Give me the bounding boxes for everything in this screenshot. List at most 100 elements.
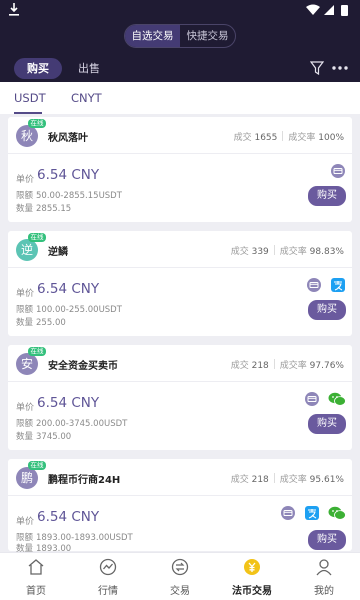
nav-home[interactable]: 首页 — [0, 553, 72, 600]
avatar: 逆 — [16, 239, 38, 261]
trade-rate: 95.61% — [309, 475, 344, 485]
buy-button[interactable]: 购买 — [308, 414, 346, 434]
merchant-name[interactable]: 逆鳞 — [48, 243, 68, 258]
top-header: 自选交易 快捷交易 购买 出售 — [0, 0, 360, 82]
quantity-value: 255.00 — [36, 318, 66, 328]
rate-label: 成交率 — [279, 475, 307, 485]
avatar: 鹏 — [16, 467, 38, 489]
nav-label: 交易 — [170, 586, 190, 597]
bank-card-icon — [331, 164, 345, 178]
limit-value: 200.00-3745.00USDT — [36, 419, 128, 429]
quantity-value: 3745.00 — [36, 432, 72, 442]
rate-label: 成交率 — [288, 133, 316, 143]
quantity-row: 数量 3745.00 — [16, 430, 71, 442]
home-icon — [28, 559, 44, 575]
nav-label: 我的 — [314, 586, 334, 597]
limit-row: 限额 200.00-3745.00USDT — [16, 417, 127, 429]
merchant-name[interactable]: 安全资金买卖币 — [48, 357, 118, 372]
quantity-label: 数量 — [16, 318, 34, 328]
merchant-card[interactable]: 安 在线 安全资金买卖币 成交 218 成交率 97.76% 单价 6.54 CN… — [8, 345, 352, 450]
unit-price: 6.54 CNY — [37, 395, 100, 411]
tab-usdt[interactable]: USDT — [14, 91, 46, 105]
avatar: 安 — [16, 353, 38, 375]
nav-label: 行情 — [98, 586, 118, 597]
limit-label: 限额 — [16, 419, 34, 429]
trades-label: 成交 — [233, 133, 252, 143]
bottom-nav: 首页 行情 交易 法币交易 我的 — [0, 552, 360, 600]
online-badge: 在线 — [28, 233, 46, 242]
unit-price: 6.54 CNY — [37, 167, 100, 183]
alipay-icon — [305, 506, 319, 520]
quantity-label: 数量 — [16, 432, 34, 442]
unit-price: 6.54 CNY — [37, 281, 100, 297]
wechat-icon — [328, 392, 346, 406]
nav-market[interactable]: 行情 — [72, 553, 144, 600]
signal-battery-icon — [306, 4, 348, 16]
nav-label: 首页 — [26, 586, 46, 597]
merchant-name[interactable]: 鹏程币行商24H — [48, 471, 120, 486]
nav-exchange[interactable]: 交易 — [144, 553, 216, 600]
nav-fiat-trade[interactable]: 法币交易 — [216, 553, 288, 600]
online-badge: 在线 — [28, 461, 46, 470]
merchant-stats: 成交 339 成交率 98.83% — [231, 244, 344, 257]
filter-icon[interactable] — [310, 61, 324, 75]
active-tab-indicator — [14, 112, 42, 114]
unit-price-label: 单价 — [16, 403, 35, 413]
nav-profile[interactable]: 我的 — [288, 553, 360, 600]
merchant-header: 安 在线 安全资金买卖币 成交 218 成交率 97.76% — [8, 345, 352, 382]
trades-count: 218 — [251, 361, 269, 371]
market-icon — [99, 558, 117, 576]
tab-quick-trade[interactable]: 快捷交易 — [180, 25, 235, 47]
tab-buy[interactable]: 购买 — [14, 58, 62, 79]
merchant-header: 秋 在线 秋风落叶 成交 1655 成交率 100% — [8, 117, 352, 154]
nav-label: 法币交易 — [232, 586, 272, 597]
limit-label: 限额 — [16, 305, 34, 315]
quantity-value: 2855.15 — [36, 204, 72, 214]
unit-price-label: 单价 — [16, 517, 35, 527]
download-icon — [9, 3, 19, 16]
buy-button[interactable]: 购买 — [308, 530, 346, 550]
trades-label: 成交 — [230, 475, 249, 485]
exchange-icon — [171, 558, 189, 576]
quantity-label: 数量 — [16, 204, 34, 214]
wechat-icon — [328, 506, 346, 520]
bank-card-icon — [307, 278, 321, 292]
bank-card-icon — [305, 392, 319, 406]
trades-label: 成交 — [230, 361, 249, 371]
status-bar — [0, 0, 360, 20]
currency-tabs: USDT CNYT — [0, 82, 360, 114]
quantity-row: 数量 2855.15 — [16, 202, 71, 214]
unit-price-label: 单价 — [16, 175, 35, 185]
merchant-stats: 成交 218 成交率 97.76% — [231, 358, 344, 371]
buy-button[interactable]: 购买 — [308, 300, 346, 320]
limit-value: 50.00-2855.15USDT — [36, 191, 122, 201]
tab-watchlist-trade[interactable]: 自选交易 — [125, 25, 180, 47]
trades-count: 1655 — [254, 133, 278, 143]
unit-price: 6.54 CNY — [37, 509, 100, 525]
tab-cnyt[interactable]: CNYT — [71, 91, 102, 105]
merchant-card[interactable]: 秋 在线 秋风落叶 成交 1655 成交率 100% 单价 6.54 CNY 限额… — [8, 117, 352, 222]
merchant-name[interactable]: 秋风落叶 — [48, 129, 88, 144]
merchant-card[interactable]: 鹏 在线 鹏程币行商24H 成交 218 成交率 95.61% 单价 6.54 C… — [8, 459, 352, 554]
limit-value: 100.00-255.00USDT — [36, 305, 122, 315]
rate-label: 成交率 — [279, 361, 307, 371]
more-dots-icon[interactable] — [332, 61, 348, 75]
online-badge: 在线 — [28, 119, 46, 128]
trades-label: 成交 — [230, 247, 249, 257]
tab-sell[interactable]: 出售 — [78, 58, 100, 79]
rate-label: 成交率 — [279, 247, 307, 257]
limit-row: 限额 50.00-2855.15USDT — [16, 189, 122, 201]
trade-mode-switch: 自选交易 快捷交易 — [124, 24, 236, 48]
merchant-stats: 成交 1655 成交率 100% — [234, 130, 344, 143]
trade-rate: 100% — [318, 133, 344, 143]
unit-price-label: 单价 — [16, 289, 35, 299]
buy-sell-bar: 购买 出售 — [14, 58, 348, 80]
bank-card-icon — [281, 506, 295, 520]
merchant-card[interactable]: 逆 在线 逆鳞 成交 339 成交率 98.83% 单价 6.54 CNY 限额 1… — [8, 231, 352, 336]
quantity-row: 数量 255.00 — [16, 316, 66, 328]
limit-row: 限额 100.00-255.00USDT — [16, 303, 122, 315]
trades-count: 339 — [251, 247, 269, 257]
fiat-coin-icon — [244, 559, 260, 575]
buy-button[interactable]: 购买 — [308, 186, 346, 206]
merchant-header: 鹏 在线 鹏程币行商24H 成交 218 成交率 95.61% — [8, 459, 352, 496]
